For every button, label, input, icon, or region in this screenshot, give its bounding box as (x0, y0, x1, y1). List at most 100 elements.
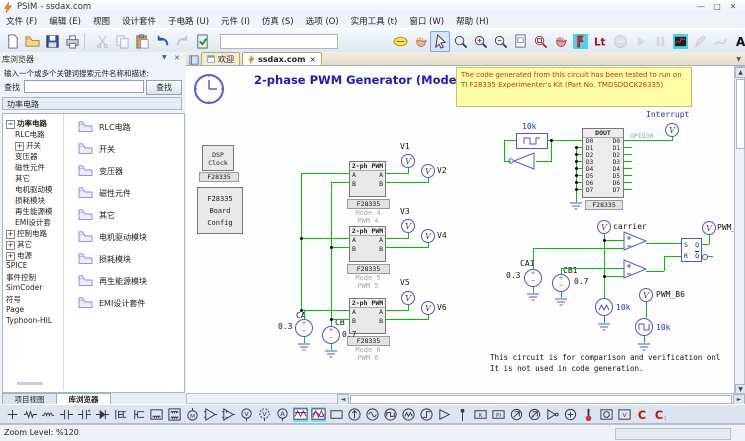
collapse-node-icon[interactable]: − (6, 120, 15, 129)
zoom-previous-icon[interactable] (390, 31, 410, 52)
sensor-i-icon[interactable] (525, 405, 543, 423)
dc-source-cb1[interactable]: +− (552, 274, 570, 292)
comparator-icon[interactable] (219, 405, 237, 423)
cut-icon[interactable] (92, 31, 112, 52)
tree-item-11[interactable]: +控制电路 (6, 228, 47, 239)
triangle-source-icon[interactable] (399, 405, 417, 423)
menu-item-7[interactable]: 仿真 (S) (256, 15, 300, 27)
tab-overflow-icon[interactable]: ▼ (736, 56, 741, 63)
tree-hscroll-thumb[interactable] (17, 382, 43, 385)
expand-icon[interactable]: + (6, 252, 15, 261)
tree-item-18[interactable]: Page (6, 305, 24, 314)
voltage-probe-v2[interactable]: V (421, 164, 435, 178)
sr-flipflop-block[interactable]: S Q R Q (681, 238, 702, 262)
run-simview-icon[interactable] (570, 31, 590, 52)
folder-item-9[interactable]: EMI设计套件 (72, 296, 145, 310)
summer-icon[interactable] (561, 405, 579, 423)
copy-icon[interactable] (112, 31, 132, 52)
menu-item-5[interactable]: 子电路 (U) (162, 15, 215, 27)
transducer-2-icon[interactable]: V (615, 405, 633, 423)
voltage-probe-v4[interactable]: V (421, 229, 435, 243)
opamp-icon[interactable] (201, 405, 219, 423)
voltmeter-icon[interactable]: V (237, 405, 255, 423)
pan-page-icon[interactable] (550, 31, 570, 52)
pwm-block-3[interactable]: 2-ph PWM A B A B (349, 298, 386, 334)
tree-item-5[interactable]: 磁性元件 (15, 162, 45, 173)
sine-source-icon[interactable] (363, 405, 381, 423)
ground-icon[interactable] (527, 293, 539, 304)
tree-item-13[interactable]: +电源 (6, 250, 32, 261)
empty-combo-field[interactable] (220, 34, 338, 49)
igbt-icon[interactable] (129, 405, 147, 423)
capacitor-polar-icon[interactable] (75, 405, 93, 423)
triangle-wave-source[interactable] (595, 298, 613, 316)
square-wave-block[interactable] (516, 133, 548, 149)
ground-icon[interactable] (555, 298, 567, 309)
tab-welcome[interactable]: 欢迎 (201, 52, 240, 65)
folder-item-5[interactable]: 其它 (72, 208, 115, 222)
hscroll-thumb[interactable] (350, 395, 732, 404)
voltage-probe-v6[interactable]: V (421, 301, 435, 315)
tree-item-2[interactable]: RLC电路 (15, 129, 45, 140)
square-source-icon[interactable] (381, 405, 399, 423)
comparator-icon-1[interactable] (623, 231, 647, 254)
maximize-button[interactable]: □ (709, 2, 725, 12)
print-icon[interactable] (62, 31, 82, 52)
scroll-up-icon[interactable]: ▲ (735, 67, 745, 78)
vscroll-thumb[interactable] (736, 79, 745, 149)
menu-item-9[interactable]: 实用工具 (t) (345, 15, 404, 27)
ground-icon[interactable] (298, 343, 310, 354)
menu-item-8[interactable]: 选项 (O) (300, 15, 345, 27)
machine-icon[interactable]: M (183, 405, 201, 423)
ground-icon[interactable] (598, 323, 610, 334)
ammeter-icon[interactable]: A (273, 405, 291, 423)
folder-item-4[interactable]: 磁性元件 (72, 186, 131, 200)
tree-item-1[interactable]: −功率电路 (6, 118, 47, 129)
folder-item-6[interactable]: 电机驱动模块 (72, 230, 147, 244)
freehand-icon[interactable] (690, 31, 710, 52)
expand-icon[interactable]: + (6, 230, 15, 239)
voltage-probe-carrier[interactable]: V (597, 220, 611, 234)
new-file-icon[interactable] (2, 31, 22, 52)
menu-item-3[interactable]: 视图 (87, 15, 116, 27)
search-button[interactable]: 查找 (146, 80, 182, 95)
diode-icon[interactable] (93, 405, 111, 423)
ground-icon[interactable] (570, 202, 582, 213)
zoom-icon[interactable] (450, 31, 470, 52)
canvas-hscrollbar[interactable]: ◄ ► (186, 393, 745, 404)
curve-icon[interactable] (710, 31, 730, 52)
stop-simulation-icon[interactable] (610, 31, 630, 52)
tree-item-3[interactable]: +开关 (15, 140, 41, 151)
voltage-probe-interrupt[interactable]: V (665, 123, 679, 137)
mosfet-icon[interactable] (111, 405, 129, 423)
ground-icon[interactable] (638, 343, 650, 354)
voltage-probe-pwm-a6[interactable]: V (702, 221, 716, 235)
paste-icon[interactable] (132, 31, 152, 52)
block-icon[interactable] (327, 405, 345, 423)
expand-icon[interactable]: + (6, 241, 15, 250)
tree-item-17[interactable]: 符号 (6, 294, 21, 305)
current-source-icon[interactable] (345, 405, 363, 423)
folder-item-1[interactable]: RLC电路 (72, 120, 131, 134)
scope-2ch-icon[interactable] (291, 405, 309, 423)
gain-icon[interactable]: K (471, 405, 489, 423)
menu-item-11[interactable]: 帮助 (H) (450, 15, 495, 27)
zoom-in-icon[interactable] (470, 31, 490, 52)
panel-collapse-icon[interactable]: ▼ (162, 54, 167, 61)
clock-icon[interactable] (192, 72, 226, 109)
ltspice-icon[interactable]: Lt (590, 31, 610, 52)
tree-item-14[interactable]: SPICE (6, 261, 27, 270)
pwm-block-1[interactable]: 2-ph PWM A B A B (349, 161, 386, 197)
minimize-button[interactable]: — (693, 2, 709, 12)
select-icon[interactable] (430, 31, 450, 52)
tree-item-9[interactable]: 再生能源模 (15, 206, 53, 217)
dout-block[interactable]: DOUT D0D0D1D1D2D2D3D3D4D4D5D5D6D6D7D7 (582, 128, 624, 198)
c-script-icon[interactable]: C (633, 405, 651, 423)
capacitor-icon[interactable] (57, 405, 75, 423)
dc-source-ca1[interactable]: +− (524, 269, 542, 287)
pi-controller-icon[interactable]: PI (489, 405, 507, 423)
transformer-3w-icon[interactable] (165, 405, 183, 423)
view-waveform-icon[interactable] (670, 31, 690, 52)
expand-icon[interactable]: + (15, 142, 24, 151)
tree-item-10[interactable]: EMI设计套 (15, 217, 51, 228)
